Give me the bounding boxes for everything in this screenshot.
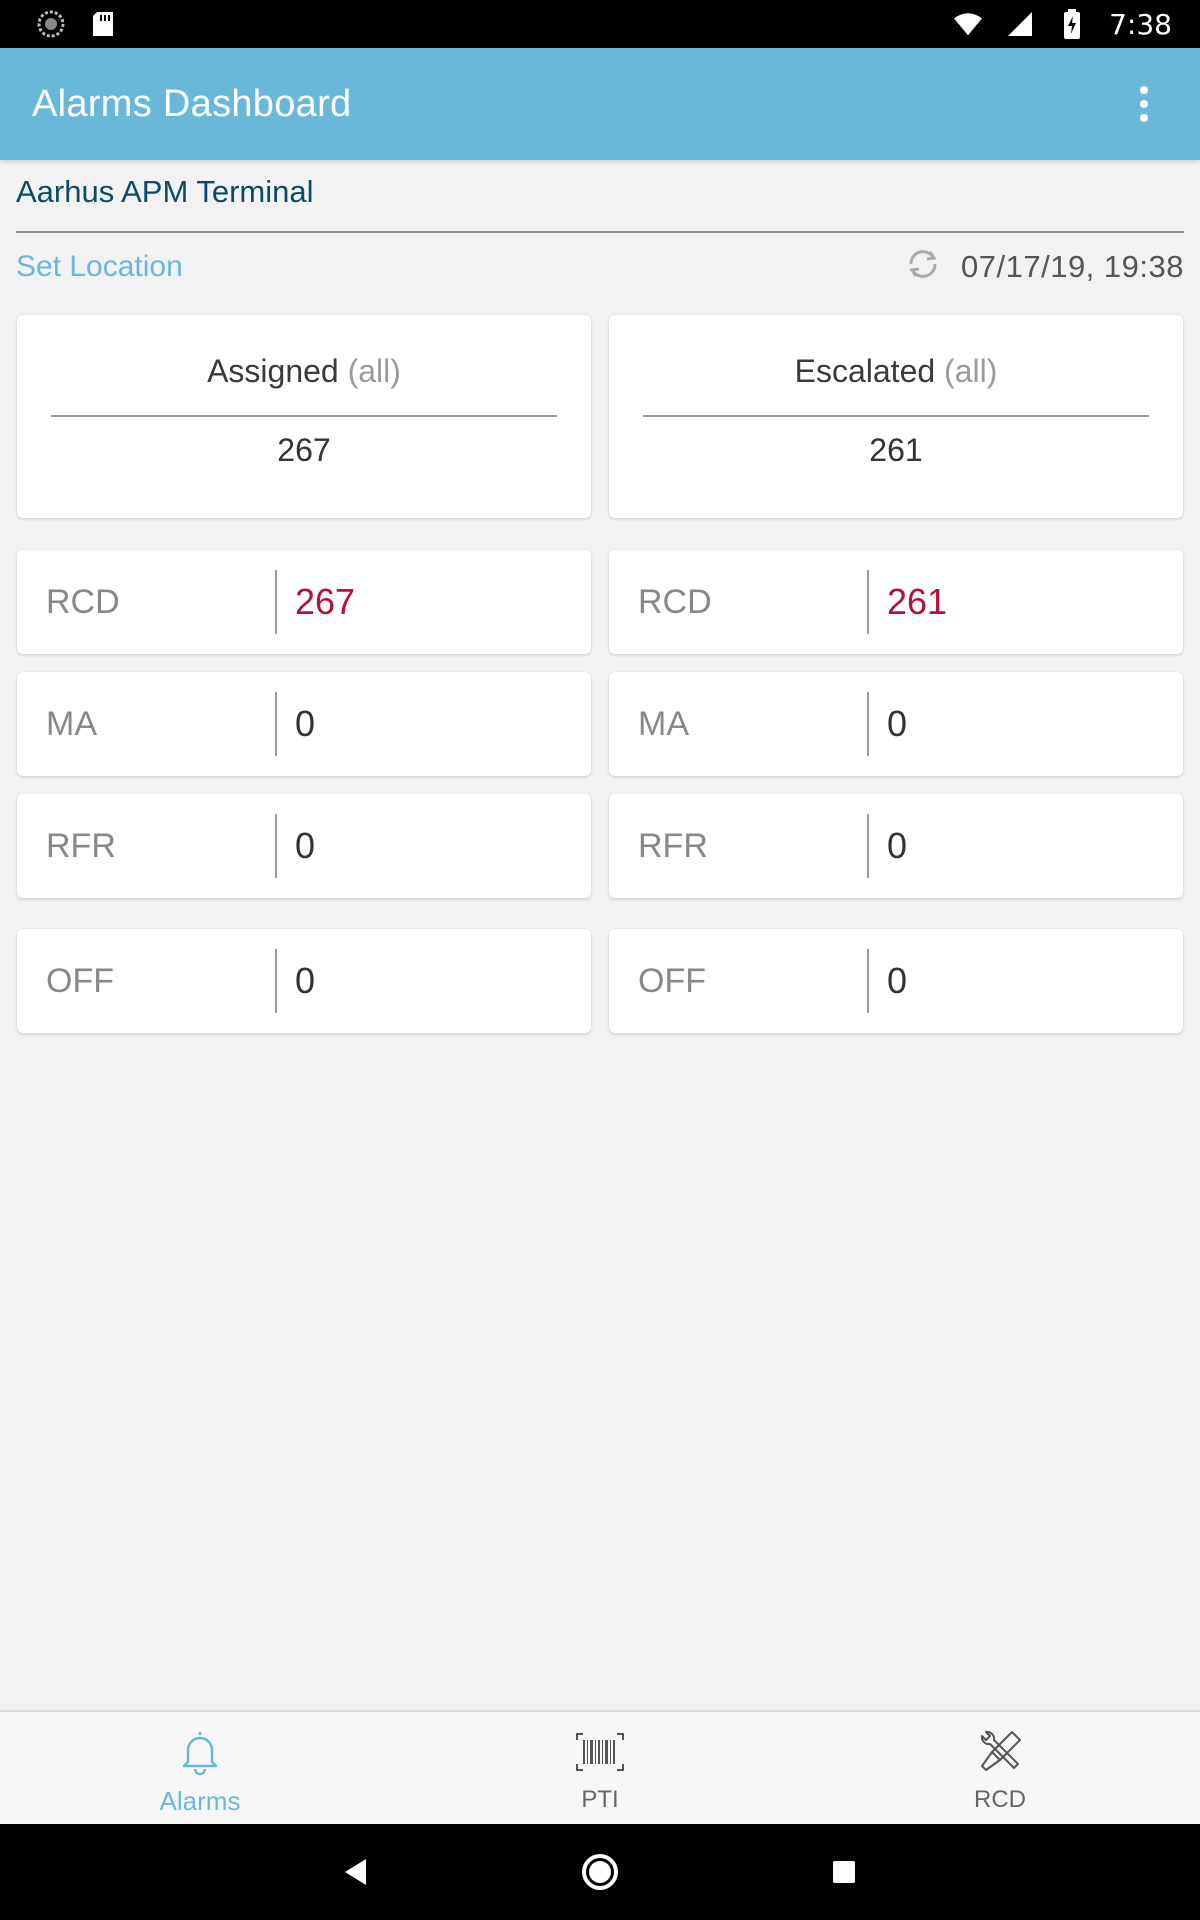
summary-divider bbox=[643, 415, 1149, 417]
row-separator bbox=[867, 949, 869, 1013]
terminal-name: Aarhus APM Terminal bbox=[16, 174, 314, 209]
escalated-ma-row[interactable]: MA 0 bbox=[609, 672, 1183, 776]
summary-qualifier: (all) bbox=[944, 353, 998, 389]
tools-icon bbox=[972, 1724, 1028, 1780]
row-label: OFF bbox=[46, 962, 114, 1000]
row-label: OFF bbox=[638, 962, 706, 1000]
row-separator bbox=[867, 692, 869, 756]
nav-item-pti[interactable]: PTI bbox=[400, 1712, 800, 1824]
row-value: 267 bbox=[295, 581, 356, 622]
row-value: 261 bbox=[887, 581, 948, 622]
system-navigation-bar bbox=[0, 1824, 1200, 1920]
row-label: RCD bbox=[46, 583, 120, 621]
app-bar: Alarms Dashboard bbox=[0, 48, 1200, 160]
refresh-icon[interactable] bbox=[903, 244, 943, 289]
barcode-icon bbox=[572, 1724, 628, 1780]
nav-label: RCD bbox=[974, 1786, 1026, 1813]
row-value: 0 bbox=[295, 703, 316, 744]
assigned-rfr-row[interactable]: RFR 0 bbox=[17, 794, 591, 898]
assigned-off-row[interactable]: OFF 0 bbox=[17, 929, 591, 1033]
escalated-rcd-row[interactable]: RCD 261 bbox=[609, 550, 1183, 654]
nav-item-rcd[interactable]: RCD bbox=[800, 1712, 1200, 1824]
summary-title-label: Assigned bbox=[207, 353, 339, 389]
divider bbox=[16, 231, 1184, 233]
row-separator bbox=[867, 814, 869, 878]
row-label: MA bbox=[46, 705, 97, 743]
assigned-ma-row[interactable]: MA 0 bbox=[17, 672, 591, 776]
overflow-menu-icon[interactable] bbox=[1120, 80, 1168, 128]
set-location-link[interactable]: Set Location bbox=[16, 250, 183, 284]
sync-indicator-icon bbox=[36, 9, 66, 39]
page-title: Alarms Dashboard bbox=[32, 82, 352, 125]
back-icon[interactable] bbox=[334, 1850, 378, 1894]
summary-qualifier: (all) bbox=[347, 353, 401, 389]
escalated-off-row[interactable]: OFF 0 bbox=[609, 929, 1183, 1033]
row-value: 0 bbox=[887, 960, 908, 1001]
nav-label: Alarms bbox=[159, 1786, 241, 1816]
row-label: RFR bbox=[638, 827, 708, 865]
refresh-group: 07/17/19, 19:38 bbox=[903, 244, 1184, 289]
nav-label: PTI bbox=[581, 1786, 619, 1813]
battery-charging-icon bbox=[1057, 9, 1087, 39]
row-label: RCD bbox=[638, 583, 712, 621]
summary-total: 261 bbox=[869, 432, 923, 468]
escalated-rfr-row[interactable]: RFR 0 bbox=[609, 794, 1183, 898]
row-value: 0 bbox=[887, 703, 908, 744]
row-label: MA bbox=[638, 705, 689, 743]
home-icon[interactable] bbox=[578, 1850, 622, 1894]
summary-total: 267 bbox=[277, 432, 331, 468]
summary-divider bbox=[51, 415, 557, 417]
signal-icon bbox=[1005, 9, 1035, 39]
assigned-summary-card[interactable]: Assigned (all) 267 bbox=[17, 315, 591, 518]
nav-item-alarms[interactable]: Alarms bbox=[0, 1712, 400, 1824]
recents-icon[interactable] bbox=[822, 1850, 866, 1894]
summary-title-label: Escalated bbox=[794, 353, 936, 389]
row-separator bbox=[275, 814, 277, 878]
last-updated-timestamp: 07/17/19, 19:38 bbox=[961, 248, 1184, 284]
row-value: 0 bbox=[887, 825, 908, 866]
status-bar: 7:38 bbox=[0, 0, 1200, 48]
wifi-icon bbox=[953, 9, 983, 39]
summary-title: Assigned (all) bbox=[17, 353, 591, 390]
row-value: 0 bbox=[295, 960, 316, 1001]
bottom-navigation: Alarms PTI RCD bbox=[0, 1710, 1200, 1824]
row-label: RFR bbox=[46, 827, 116, 865]
bell-icon bbox=[172, 1724, 228, 1780]
row-separator bbox=[275, 692, 277, 756]
status-time: 7:38 bbox=[1109, 7, 1172, 41]
assigned-rcd-row[interactable]: RCD 267 bbox=[17, 550, 591, 654]
summary-title: Escalated (all) bbox=[609, 353, 1183, 390]
row-separator bbox=[275, 570, 277, 634]
row-value: 0 bbox=[295, 825, 316, 866]
row-separator bbox=[867, 570, 869, 634]
sd-card-icon bbox=[88, 9, 118, 39]
escalated-summary-card[interactable]: Escalated (all) 261 bbox=[609, 315, 1183, 518]
row-separator bbox=[275, 949, 277, 1013]
